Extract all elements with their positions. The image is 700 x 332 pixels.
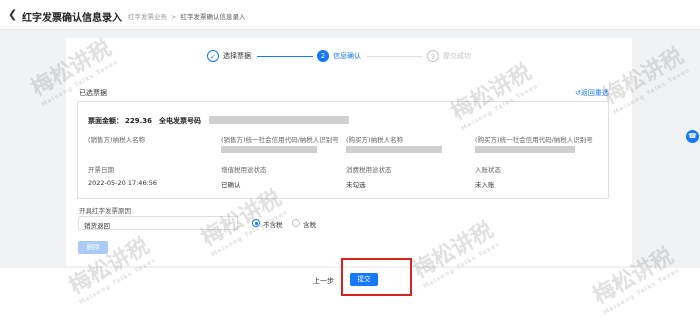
account-status-value: 未入账 <box>475 181 495 189</box>
issue-date-label: 开票日期 <box>88 166 114 174</box>
back-arrow-icon[interactable]: ❮ <box>8 9 18 21</box>
customer-service-icon[interactable]: ☎ <box>686 130 699 143</box>
account-status-label: 入账状态 <box>475 166 501 174</box>
page-title: 红字发票确认信息录入 <box>22 13 122 24</box>
highlight-annotation-box <box>341 258 412 296</box>
breadcrumb-item-current: 红字发票确认信息录入 <box>180 13 246 21</box>
redacted-invoice-number <box>209 116 349 124</box>
invoice-number-label: 全电发票号码 <box>159 117 201 125</box>
seller-taxid-label: (销售方)统一社会信用代码/纳税人识别号 <box>221 136 339 144</box>
radio-tax-included-label: 含税 <box>303 221 316 229</box>
consumption-tax-value: 未勾选 <box>346 181 366 189</box>
previous-step-button[interactable]: 上一步 <box>313 276 334 286</box>
seller-name-label: (销售方)纳税人名称 <box>88 136 146 144</box>
amount-value: 229.36 <box>125 117 153 125</box>
page-header: ❮ 红字发票确认信息录入 红字发票业务 > 红字发票确认信息录入 <box>0 0 700 30</box>
step-label-select: 选择票据 <box>223 52 251 60</box>
red-invoice-reason-label: 开具红字发票原因 <box>79 207 131 215</box>
redacted-buyer-taxid <box>475 146 575 153</box>
step-label-success: 提交成功 <box>443 52 471 60</box>
invoice-info-box: 票面金额： 229.36 全电发票号码 (销售方)纳税人名称 (销售方)统一社会信… <box>77 101 609 199</box>
breadcrumb: 红字发票业务 > 红字发票确认信息录入 <box>128 11 245 21</box>
amount-display: 票面金额： 229.36 <box>88 116 152 126</box>
radio-tax-included[interactable] <box>292 219 300 227</box>
step-pending-number: 3 <box>427 50 439 62</box>
stepper: ✓ 选择票据 2 信息确认 3 提交成功 <box>207 49 507 63</box>
step-connector <box>257 56 313 57</box>
vat-usage-label: 增值税用途状态 <box>221 166 267 174</box>
buyer-name-label: (购买方)纳税人名称 <box>346 136 404 144</box>
reason-select-value: 销货退回 <box>84 222 110 230</box>
vat-usage-value: 已确认 <box>221 181 241 189</box>
breadcrumb-separator: > <box>171 13 177 21</box>
main-card: ✓ 选择票据 2 信息确认 3 提交成功 已选票据 ↺返回重选 票面金额： 229… <box>66 38 632 266</box>
consumption-tax-label: 消费税用途状态 <box>346 166 392 174</box>
issue-date-value: 2022-05-20 17:46:56 <box>88 179 158 187</box>
step-done-check-icon: ✓ <box>207 50 219 62</box>
amount-label: 票面金额： <box>88 117 123 125</box>
redacted-seller-taxid <box>221 146 317 153</box>
buyer-taxid-label: (购买方)统一社会信用代码/纳税人识别号 <box>475 136 593 144</box>
selected-invoices-title: 已选票据 <box>79 89 107 97</box>
step-label-confirm: 信息确认 <box>333 52 361 60</box>
redacted-buyer-name <box>346 146 442 153</box>
breadcrumb-item-parent[interactable]: 红字发票业务 <box>128 13 167 21</box>
step-active-number: 2 <box>317 50 329 62</box>
step-connector <box>367 56 423 57</box>
